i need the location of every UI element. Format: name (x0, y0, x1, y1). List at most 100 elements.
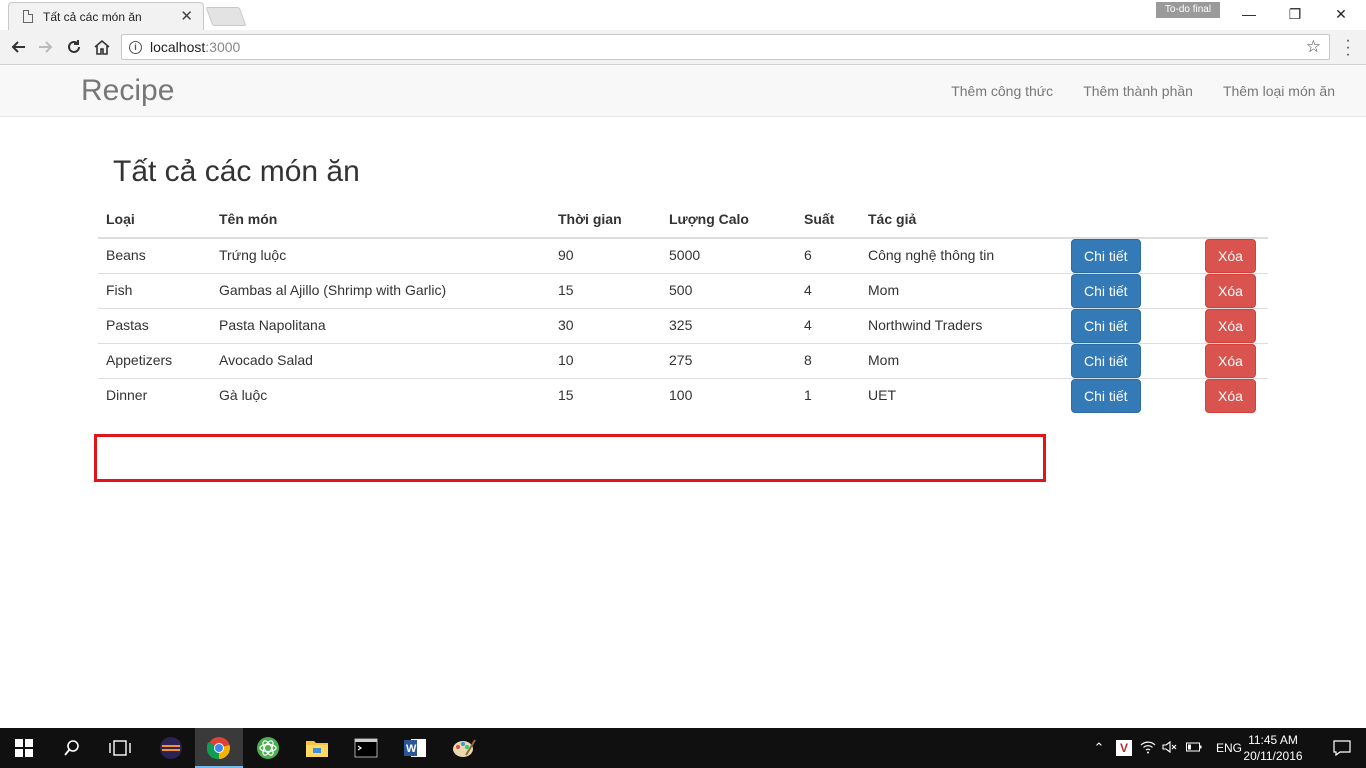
col-servings: Suất (796, 200, 860, 239)
eclipse-icon[interactable] (147, 728, 195, 768)
cell-author: Công nghệ thông tin (868, 247, 995, 263)
command-prompt-icon[interactable] (342, 728, 390, 768)
restore-button[interactable]: ❐ (1272, 0, 1318, 28)
tray-chevron-up-icon[interactable]: ⌃ (1090, 740, 1108, 756)
page-icon (23, 10, 33, 23)
browser-tab[interactable]: Tất cả các món ăn ✕ (8, 2, 204, 30)
back-icon[interactable] (6, 35, 30, 59)
cell-category: Beans (106, 247, 146, 263)
page-title: Tất cả các món ăn (113, 155, 360, 188)
col-name: Tên món (211, 200, 550, 239)
cell-category: Pastas (98, 308, 211, 344)
cell-servings: 1 (796, 378, 860, 413)
tab-close-icon[interactable]: ✕ (180, 9, 193, 24)
bookmark-star-icon[interactable]: ☆ (1306, 37, 1321, 57)
file-explorer-icon[interactable] (293, 728, 341, 768)
paint-icon[interactable] (440, 728, 488, 768)
windows-start-icon[interactable] (0, 728, 48, 768)
col-delete (1177, 200, 1268, 239)
browser-tabstrip: Tất cả các món ăn ✕ To-do final — ❐ ✕ (0, 0, 1366, 30)
cell-name: Trứng luộc (219, 247, 287, 263)
table-header-row: Loại Tên món Thời gian Lượng Calo Suất T… (98, 200, 1268, 239)
reload-icon[interactable] (62, 35, 86, 59)
word-icon[interactable]: W (391, 728, 439, 768)
detail-button[interactable]: Chi tiết (1071, 239, 1141, 273)
col-category: Loại (98, 200, 211, 239)
site-navbar: Recipe Thêm công thức Thêm thành phần Th… (0, 66, 1366, 117)
volume-muted-icon[interactable] (1162, 740, 1178, 757)
cell-servings: 8 (796, 343, 860, 379)
table-row: Pastas Pasta Napolitana 30 325 4 Northwi… (98, 308, 1268, 344)
table-row: Appetizers Avocado Salad 10 275 8 Mom Ch… (98, 343, 1268, 379)
table-row: Dinner Gà luộc 15 100 1 UET Chi tiết Xóa (98, 378, 1268, 413)
nav-add-category[interactable]: Thêm loại món ăn (1208, 66, 1366, 116)
cell-category: Appetizers (98, 343, 211, 379)
nav-links: Thêm công thức Thêm thành phần Thêm loại… (936, 66, 1366, 116)
url-text: localhost:3000 (150, 39, 241, 55)
task-view-icon[interactable] (96, 728, 144, 768)
home-icon[interactable] (90, 35, 114, 59)
row-highlight-box (94, 434, 1046, 482)
cell-time: 90 (558, 247, 574, 263)
cell-calories: 100 (661, 378, 796, 413)
antivirus-icon[interactable]: V (1116, 740, 1132, 756)
nav-add-ingredient[interactable]: Thêm thành phần (1068, 66, 1208, 116)
nav-add-recipe[interactable]: Thêm công thức (936, 66, 1068, 116)
info-icon[interactable]: i (129, 40, 142, 54)
tab-title: Tất cả các món ăn (43, 9, 142, 24)
atom-icon[interactable] (244, 728, 292, 768)
minimize-button[interactable]: — (1226, 0, 1272, 28)
cell-calories: 275 (661, 343, 796, 379)
col-detail (1059, 200, 1177, 239)
delete-button[interactable]: Xóa (1205, 379, 1256, 413)
browser-toolbar: i localhost:3000 ☆ · · · (0, 30, 1366, 65)
notifications-icon[interactable] (1318, 728, 1366, 768)
cell-author: Mom (860, 343, 1059, 379)
col-calories: Lượng Calo (661, 200, 796, 239)
col-author: Tác giả (860, 200, 1059, 239)
cell-time: 10 (550, 343, 661, 379)
clock[interactable]: 11:45 AM 20/11/2016 (1243, 732, 1303, 764)
cell-name: Gà luộc (211, 378, 550, 413)
cell-time: 15 (550, 273, 661, 309)
close-window-button[interactable]: ✕ (1318, 0, 1364, 28)
table-row: Beans Trứng luộc 90 5000 6 Công nghệ thô… (98, 238, 1268, 274)
address-bar[interactable]: i localhost:3000 ☆ (121, 34, 1330, 60)
cell-author: Northwind Traders (860, 308, 1059, 344)
cell-author: UET (860, 378, 1059, 413)
col-time: Thời gian (550, 200, 661, 239)
cell-calories: 5000 (669, 247, 701, 263)
delete-button[interactable]: Xóa (1205, 344, 1256, 378)
battery-icon[interactable] (1186, 741, 1202, 755)
detail-button[interactable]: Chi tiết (1071, 309, 1141, 343)
cell-name: Avocado Salad (211, 343, 550, 379)
delete-button[interactable]: Xóa (1205, 239, 1256, 273)
table-row: Fish Gambas al Ajillo (Shrimp with Garli… (98, 273, 1268, 309)
cell-servings: 6 (804, 247, 812, 263)
brand-link[interactable]: Recipe (81, 74, 174, 108)
recipes-table: Loại Tên món Thời gian Lượng Calo Suất T… (98, 200, 1268, 413)
browser-menu-icon[interactable]: · · · (1341, 33, 1355, 63)
cell-servings: 4 (796, 273, 860, 309)
chrome-icon[interactable] (195, 728, 243, 768)
search-icon[interactable] (48, 728, 96, 768)
detail-button[interactable]: Chi tiết (1071, 379, 1141, 413)
detail-button[interactable]: Chi tiết (1071, 274, 1141, 308)
language-indicator[interactable]: ENG (1216, 741, 1242, 755)
cell-time: 15 (550, 378, 661, 413)
taskbar: W ⌃ V ENG 11:45 AM 20/11/2016 (0, 728, 1366, 768)
delete-button[interactable]: Xóa (1205, 274, 1256, 308)
delete-button[interactable]: Xóa (1205, 309, 1256, 343)
cell-author: Mom (860, 273, 1059, 309)
forward-icon[interactable] (34, 35, 58, 59)
cell-category: Dinner (98, 378, 211, 413)
new-tab-button[interactable] (205, 7, 247, 26)
cell-name: Gambas al Ajillo (Shrimp with Garlic) (211, 273, 550, 309)
cell-name: Pasta Napolitana (211, 308, 550, 344)
wifi-icon[interactable] (1140, 740, 1156, 757)
cell-category: Fish (98, 273, 211, 309)
svg-text:W: W (406, 743, 417, 755)
profile-badge[interactable]: To-do final (1156, 2, 1220, 18)
detail-button[interactable]: Chi tiết (1071, 344, 1141, 378)
system-tray: ⌃ V ENG (1090, 728, 1242, 768)
